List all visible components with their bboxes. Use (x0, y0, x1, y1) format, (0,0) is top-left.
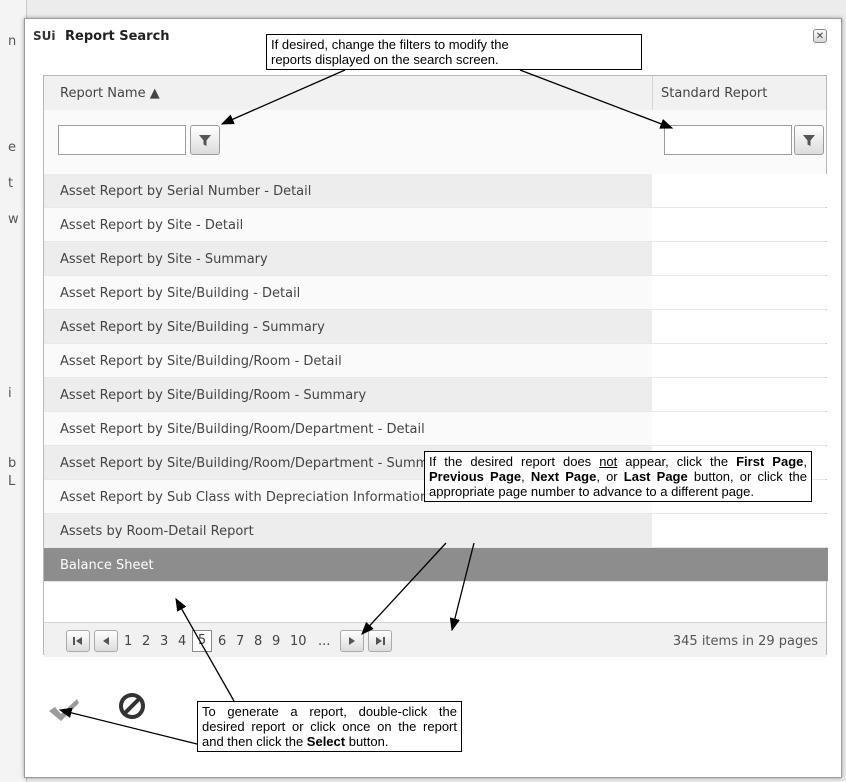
table-row[interactable]: Asset Report by Site/Building - Detail (44, 276, 828, 310)
table-row[interactable]: Assets by Room-Detail Report (44, 514, 828, 548)
callout-text: Last Page (623, 469, 688, 484)
page-number[interactable]: 3 (160, 634, 168, 649)
background-text: w (8, 212, 19, 227)
callout-text: appear, click the (617, 454, 737, 469)
report-name-cell: Asset Report by Site/Building/Room - Det… (44, 344, 652, 377)
report-name-filter-button[interactable] (190, 125, 220, 155)
page-ellipsis[interactable]: ... (318, 634, 330, 649)
standard-report-cell (652, 548, 828, 581)
close-button[interactable]: ✕ (813, 29, 827, 43)
filter-icon (199, 135, 211, 146)
page-number-current[interactable]: 5 (192, 630, 212, 652)
report-name-cell: Asset Report by Site/Building/Room/Depar… (44, 412, 652, 445)
background-sidebar: n e t w i b L (0, 0, 27, 782)
standard-report-filter-button[interactable] (794, 125, 824, 155)
report-search-dialog: SUi Report Search ✕ Report Name ▲ Standa… (24, 18, 842, 778)
dialog-title: Report Search (65, 29, 170, 44)
callout-text: reports displayed on the search screen. (271, 52, 499, 67)
background-text: b (8, 456, 17, 471)
report-name-cell: Assets by Room-Detail Report (44, 514, 652, 547)
callout-text: If the desired report does (429, 454, 600, 469)
filter-row (44, 110, 826, 175)
standard-report-cell (652, 276, 828, 309)
standard-report-filter-input[interactable] (664, 125, 792, 155)
select-button[interactable] (47, 697, 81, 727)
standard-report-cell (652, 344, 828, 377)
column-header-standard-report[interactable]: Standard Report (652, 76, 828, 110)
report-name-filter-input[interactable] (58, 125, 186, 155)
callout-text: If desired, change the filters to modify… (271, 37, 509, 52)
callout-paging: If the desired report does not appear, c… (424, 451, 812, 502)
table-row[interactable]: Asset Report by Site/Building - Summary (44, 310, 828, 344)
background-text: n (8, 34, 17, 49)
page-number[interactable]: 1 (124, 634, 132, 649)
pager-info: 345 items in 29 pages (672, 634, 818, 649)
report-name-cell: Asset Report by Site - Summary (44, 242, 652, 275)
callout-text: Select (306, 734, 346, 749)
next-page-icon (349, 637, 355, 645)
report-name-cell: Asset Report by Serial Number - Detail (44, 174, 652, 207)
callout-text: , (521, 469, 531, 484)
previous-page-button[interactable] (94, 630, 118, 652)
last-page-icon (376, 637, 385, 645)
standard-report-cell (652, 242, 828, 275)
report-name-cell: Balance Sheet (44, 548, 652, 581)
background-text: L (8, 474, 16, 489)
standard-report-cell (652, 412, 828, 445)
app-logo: SUi (33, 29, 56, 43)
report-name-cell: Asset Report by Site/Building/Room - Sum… (44, 378, 652, 411)
filter-icon (803, 135, 815, 146)
callout-text: button. (345, 734, 389, 749)
callout-generate: To generate a report, double-click the d… (197, 701, 462, 752)
page-number[interactable]: 2 (142, 634, 150, 649)
previous-page-icon (103, 637, 109, 645)
cancel-icon (119, 693, 145, 719)
checkmark-icon (49, 699, 79, 721)
background-text: i (8, 386, 12, 401)
report-name-cell: Asset Report by Site/Building - Summary (44, 310, 652, 343)
callout-text: Previous Page (429, 469, 522, 484)
page-number[interactable]: 6 (218, 634, 226, 649)
standard-report-cell (652, 174, 828, 207)
page-number[interactable]: 7 (236, 634, 244, 649)
table-row[interactable]: Asset Report by Serial Number - Detail (44, 174, 828, 208)
column-header-report-name[interactable]: Report Name ▲ (60, 86, 160, 101)
table-row[interactable]: Asset Report by Site/Building/Room - Sum… (44, 378, 828, 412)
table-row[interactable]: Asset Report by Site/Building/Room - Det… (44, 344, 828, 378)
first-page-icon (73, 637, 82, 645)
standard-report-cell (652, 514, 828, 547)
page-number[interactable]: 9 (272, 634, 280, 649)
report-name-cell: Asset Report by Site - Detail (44, 208, 652, 241)
callout-text: , or (596, 469, 624, 484)
page-number[interactable]: 10 (290, 634, 307, 649)
table-row-selected[interactable]: Balance Sheet (44, 548, 828, 582)
callout-text: not (599, 454, 618, 469)
callout-text: Next Page (530, 469, 597, 484)
table-row[interactable]: Asset Report by Site - Summary (44, 242, 828, 276)
last-page-button[interactable] (368, 630, 392, 652)
page-number[interactable]: 4 (178, 634, 186, 649)
close-icon: ✕ (815, 31, 825, 42)
standard-report-cell (652, 208, 828, 241)
callout-text: , (803, 454, 807, 469)
standard-report-cell (652, 378, 828, 411)
callout-filters: If desired, change the filters to modify… (266, 34, 642, 70)
background-text: e (8, 140, 16, 155)
table-row[interactable]: Asset Report by Site - Detail (44, 208, 828, 242)
cancel-button[interactable] (117, 691, 147, 725)
grid-header: Report Name ▲ Standard Report (44, 76, 826, 111)
report-list: Asset Report by Serial Number - Detail A… (44, 174, 828, 582)
callout-text: First Page (736, 454, 804, 469)
report-grid: Report Name ▲ Standard Report Asset Repo… (43, 75, 828, 657)
table-row[interactable]: Asset Report by Site/Building/Room/Depar… (44, 412, 828, 446)
pager: 1 2 3 4 5 6 7 8 9 10 ... 345 items in 29… (44, 622, 826, 657)
background-text: t (8, 176, 14, 191)
report-name-cell: Asset Report by Site/Building - Detail (44, 276, 652, 309)
first-page-button[interactable] (66, 630, 90, 652)
page-number[interactable]: 8 (254, 634, 262, 649)
next-page-button[interactable] (340, 630, 364, 652)
standard-report-cell (652, 310, 828, 343)
